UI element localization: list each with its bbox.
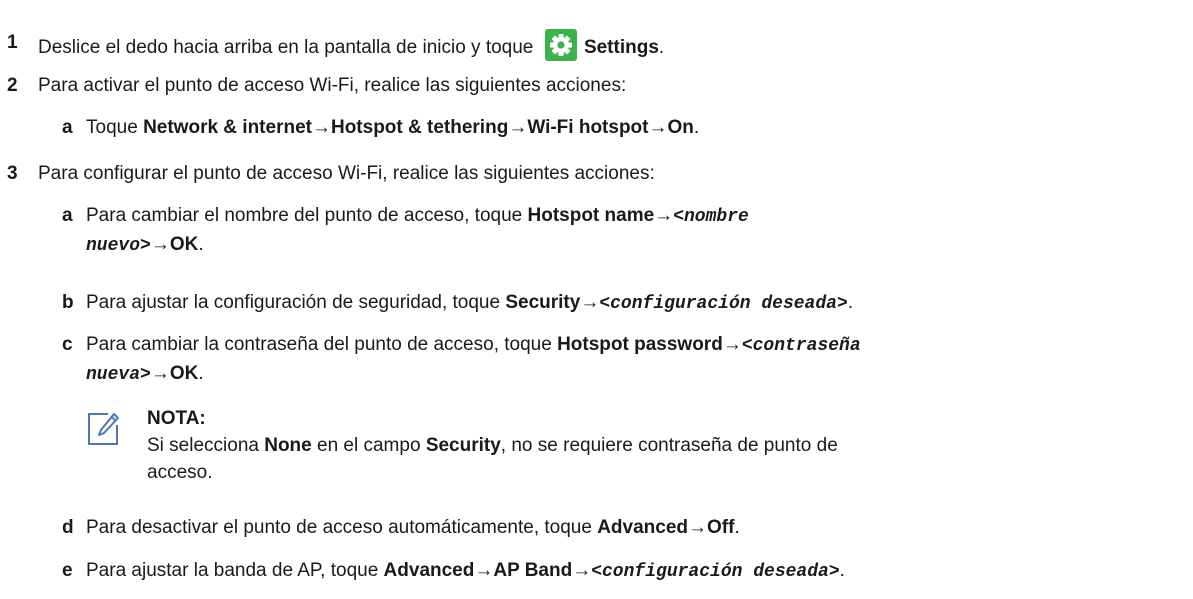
step-2: 2 Para activar el punto de acceso Wi-Fi,… (0, 72, 1193, 99)
settings-app-label: Settings (583, 37, 659, 58)
arrow: → (150, 234, 170, 255)
arrow: → (654, 205, 674, 226)
menu-path-item: Advanced (597, 517, 689, 538)
menu-path-item: Hotspot password (557, 334, 723, 355)
arrow: → (508, 117, 528, 138)
substep-letter: a (62, 205, 73, 226)
substep-3a: a Para cambiar el nombre del punto de ac… (0, 202, 1193, 260)
settings-gear-icon (544, 29, 577, 61)
substep-3d: d Para desactivar el punto de acceso aut… (0, 514, 1193, 541)
arrow: → (150, 363, 170, 384)
substep-letter: d (62, 517, 74, 538)
step-3: 3 Para configurar el punto de acceso Wi-… (0, 160, 1193, 187)
menu-path-item: On (667, 117, 694, 138)
step-text: Para activar el punto de acceso Wi-Fi, r… (38, 75, 627, 96)
note-body: NOTA: Si selecciona None en el campo Sec… (147, 405, 838, 486)
substep-3c: c Para cambiar la contraseña del punto d… (0, 331, 1193, 389)
value-placeholder: <contraseña (741, 336, 861, 356)
arrow: → (311, 117, 331, 138)
step-number: 1 (7, 32, 18, 53)
value-placeholder: <configuración deseada> (599, 294, 848, 314)
step-text: Deslice el dedo hacia arriba en la panta… (38, 37, 534, 58)
arrow: → (474, 560, 494, 581)
value-placeholder: <nombre (673, 207, 749, 227)
menu-path-item: OK (169, 234, 199, 255)
arrow: → (580, 292, 600, 313)
menu-path-item: Hotspot name (527, 205, 655, 226)
value-placeholder: nuevo> (86, 236, 151, 256)
menu-path-item: Security (505, 292, 581, 313)
procedure: 1 Deslice el dedo hacia arriba en la pan… (0, 0, 1193, 599)
substep-letter: a (62, 117, 73, 138)
substep-3e: e Para ajustar la banda de AP, toque Adv… (0, 557, 1193, 586)
menu-path-item: AP Band (493, 560, 573, 581)
value-placeholder: <configuración deseada> (591, 562, 840, 582)
arrow: → (722, 334, 742, 355)
substep-letter: b (62, 292, 74, 313)
menu-path-item: Network & internet (143, 117, 312, 138)
substep-2a: a Toque Network & internet→Hotspot & tet… (0, 114, 1193, 141)
substep-letter: c (62, 334, 73, 355)
step-1: 1 Deslice el dedo hacia arriba en la pan… (0, 29, 1193, 61)
value-placeholder: nueva> (86, 365, 151, 385)
menu-path-item: Off (707, 517, 735, 538)
menu-path-item: Hotspot & tethering (330, 117, 509, 138)
substep-3b: b Para ajustar la configuración de segur… (0, 289, 1193, 318)
arrow: → (688, 517, 708, 538)
note-title: NOTA: (147, 408, 206, 429)
menu-path-item: OK (169, 363, 199, 384)
menu-path-item: Advanced (383, 560, 475, 581)
arrow: → (572, 560, 592, 581)
pencil-note-icon (86, 411, 120, 447)
step-number: 3 (7, 163, 18, 184)
substep-letter: e (62, 560, 73, 581)
step-number: 2 (7, 75, 18, 96)
menu-path-item: Wi-Fi hotspot (527, 117, 649, 138)
step-text: Para configurar el punto de acceso Wi-Fi… (38, 163, 655, 184)
note-text: Si selecciona None en el campo Security,… (147, 435, 838, 483)
arrow: → (648, 117, 668, 138)
